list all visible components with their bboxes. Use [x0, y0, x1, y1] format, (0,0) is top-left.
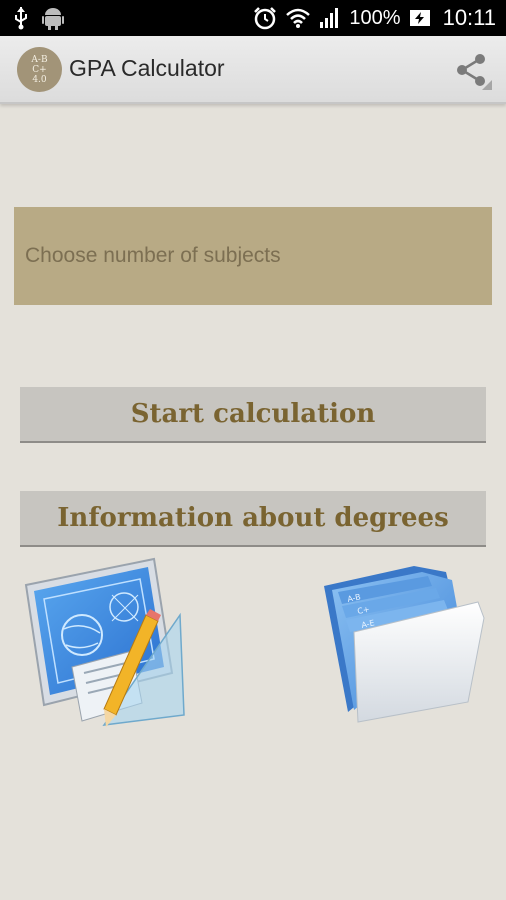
spinner-placeholder: Choose number of subjects [25, 244, 281, 267]
degrees-info-button[interactable]: Information about degrees [20, 491, 486, 547]
wifi-icon [286, 8, 311, 28]
blueprint-pencil-icon[interactable] [20, 555, 190, 730]
clock: 10:11 [442, 5, 496, 30]
usb-icon [15, 7, 27, 30]
subject-count-spinner[interactable]: Choose number of subjects [14, 207, 492, 305]
battery-charging-icon [409, 10, 430, 26]
battery-percent: 100% [349, 6, 401, 29]
blue-folder-icon[interactable]: A-B C+ A-E [318, 562, 488, 727]
signal-icon [320, 8, 339, 28]
app-logo-line-1: A-B [31, 54, 48, 65]
android-icon [42, 8, 64, 30]
action-bar: A-B C+ 4.0 GPA Calculator [0, 36, 506, 104]
app-logo-line-3: 4.0 [32, 74, 47, 85]
status-bar: 100% 10:11 [0, 0, 506, 36]
app-logo-line-2: C+ [32, 64, 47, 75]
app-logo-icon[interactable]: A-B C+ 4.0 [17, 47, 62, 92]
start-calculation-button[interactable]: Start calculation [20, 387, 486, 443]
app-title: GPA Calculator [69, 55, 225, 81]
share-icon[interactable] [452, 50, 492, 90]
alarm-icon [254, 7, 277, 30]
